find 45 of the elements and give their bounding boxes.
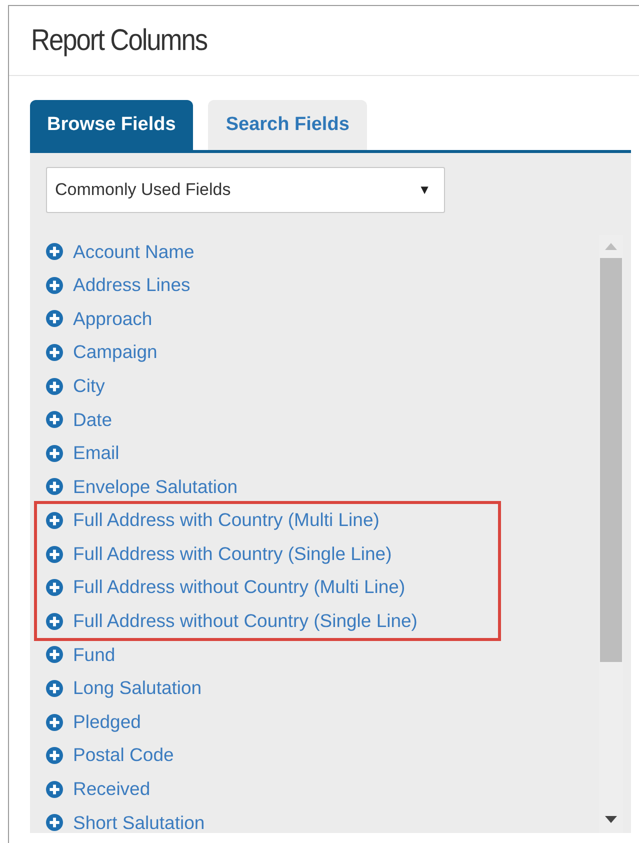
add-icon xyxy=(46,714,63,731)
add-icon xyxy=(46,546,63,563)
add-icon xyxy=(46,579,63,596)
scroll-up-icon[interactable] xyxy=(605,243,617,250)
tab[interactable]: Browse Fields xyxy=(30,100,193,150)
add-icon xyxy=(46,680,63,698)
scroll-down-icon[interactable] xyxy=(605,816,617,823)
add-icon xyxy=(46,344,63,362)
panel-title: Report Columns xyxy=(31,26,207,56)
add-icon xyxy=(46,780,63,798)
field-link[interactable]: Full Address without Country (Multi Line) xyxy=(73,578,406,597)
field-link[interactable]: Campaign xyxy=(73,343,158,362)
field-link[interactable]: Account Name xyxy=(73,242,194,262)
field-link[interactable]: Date xyxy=(73,410,112,430)
field-link[interactable]: Address Lines xyxy=(73,276,190,295)
field-link[interactable]: Full Address without Country (Single Line) xyxy=(73,612,418,631)
select-value: Commonly Used Fields xyxy=(55,179,231,202)
field-link[interactable]: Fund xyxy=(73,646,116,664)
add-icon xyxy=(46,276,63,294)
add-icon xyxy=(46,310,63,328)
field-link[interactable]: Email xyxy=(73,444,120,463)
add-icon xyxy=(46,411,63,428)
add-icon xyxy=(46,478,63,496)
tab[interactable]: Search Fields xyxy=(208,100,368,150)
field-link[interactable]: City xyxy=(73,376,105,396)
add-icon xyxy=(46,512,63,530)
add-icon xyxy=(46,444,63,462)
add-icon xyxy=(46,646,63,664)
category-select[interactable]: Commonly Used Fields ▼ xyxy=(46,167,445,213)
field-link[interactable]: Short Salutation xyxy=(73,814,205,832)
field-link[interactable]: Postal Code xyxy=(73,746,174,765)
field-link[interactable]: Long Salutation xyxy=(73,679,202,698)
dropdown-arrow-icon: ▼ xyxy=(418,180,431,200)
add-icon xyxy=(46,747,63,764)
field-link[interactable]: Received xyxy=(73,780,150,799)
field-link[interactable]: Full Address with Country (Multi Line) xyxy=(73,511,380,530)
add-icon xyxy=(46,243,63,260)
field-link[interactable]: Approach xyxy=(73,310,152,328)
field-link[interactable]: Full Address with Country (Single Line) xyxy=(73,544,392,564)
add-icon xyxy=(46,612,63,630)
add-icon xyxy=(46,378,63,395)
field-link[interactable]: Envelope Salutation xyxy=(73,478,238,496)
add-icon xyxy=(46,814,63,832)
scrollbar-thumb[interactable] xyxy=(600,258,622,662)
field-link[interactable]: Pledged xyxy=(73,712,141,732)
